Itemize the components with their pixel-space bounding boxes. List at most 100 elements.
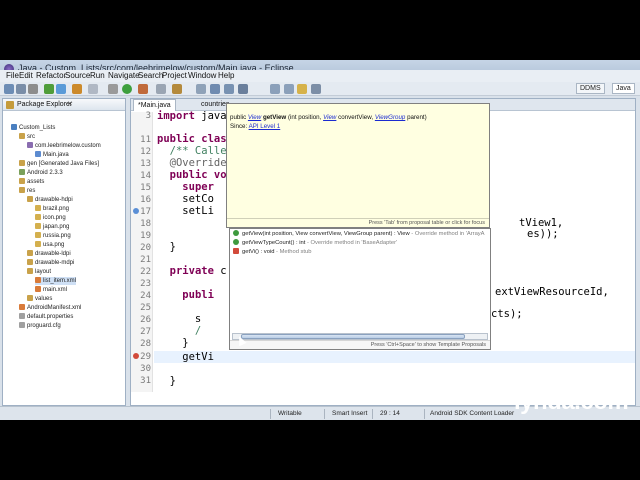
last-edit-icon[interactable]: [238, 84, 248, 94]
menu-edit[interactable]: Edit: [19, 71, 33, 80]
tree-item-brazil-png[interactable]: brazil.png: [35, 205, 69, 213]
tree-item-default-properties[interactable]: default.properties: [19, 313, 73, 321]
code-line: @Override: [157, 157, 227, 169]
show-whitespace-icon[interactable]: [311, 84, 321, 94]
line-number: 3: [145, 111, 151, 121]
line-number: 12: [140, 147, 151, 157]
menu-refactor[interactable]: Refactor: [36, 71, 66, 80]
open-type-icon[interactable]: [156, 84, 166, 94]
proposals-footer: Press 'Ctrl+Space' to show Template Prop…: [230, 340, 490, 349]
proposal-item[interactable]: getViewTypeCount() : int - Override meth…: [233, 239, 397, 248]
save-icon[interactable]: [16, 84, 26, 94]
proposal-item[interactable]: getVi() : void - Method stub: [233, 248, 312, 257]
tree-item-list-item-xml[interactable]: list_item.xml: [35, 277, 77, 285]
tree-item-main-java[interactable]: Main.java: [35, 151, 69, 159]
toggle-mark-icon[interactable]: [196, 84, 206, 94]
tree-item-values[interactable]: values: [27, 295, 52, 303]
tree-item-japan-png[interactable]: japan.png: [35, 223, 69, 231]
convert-view-type-link[interactable]: View: [323, 114, 336, 121]
line-number: 22: [140, 267, 151, 277]
perspective-ddms[interactable]: DDMS: [576, 83, 605, 94]
library-icon: [19, 169, 25, 175]
tree-item-project[interactable]: Custom_Lists: [11, 124, 55, 132]
new-project-icon[interactable]: [72, 84, 82, 94]
tree-item-icon-png[interactable]: icon.png: [35, 214, 66, 222]
android-sdk-icon[interactable]: [44, 84, 54, 94]
close-icon[interactable]: ✕: [67, 100, 73, 108]
divider: [424, 409, 425, 419]
code-line: /: [157, 325, 202, 337]
avd-manager-icon[interactable]: [56, 84, 66, 94]
folder-icon: [27, 196, 33, 202]
menu-window[interactable]: Window: [188, 71, 216, 80]
view-type-link[interactable]: View: [248, 114, 261, 121]
line-number: 25: [140, 303, 151, 313]
scrollbar-thumb[interactable]: [241, 334, 465, 339]
debug-icon[interactable]: [108, 84, 118, 94]
code-line-current: getVi: [157, 351, 214, 363]
tree-item-manifest[interactable]: AndroidManifest.xml: [19, 304, 81, 312]
prev-annotation-icon[interactable]: [224, 84, 234, 94]
print-icon[interactable]: [28, 84, 38, 94]
code-line: publi: [182, 289, 214, 301]
folder-icon: [19, 160, 25, 166]
line-number: 28: [140, 339, 151, 349]
tree-item-proguard[interactable]: proguard.cfg: [19, 322, 61, 330]
menu-search[interactable]: Search: [138, 71, 163, 80]
tree-item-android-lib[interactable]: Android 2.3.3: [19, 169, 63, 177]
external-tools-icon[interactable]: [138, 84, 148, 94]
folder-icon: [27, 259, 33, 265]
tree-item-main-xml[interactable]: main.xml: [35, 286, 67, 294]
tree-item-src[interactable]: src: [19, 133, 35, 141]
javadoc-popup[interactable]: public View getView (int position, View …: [226, 103, 490, 228]
menu-bar: File Edit Refactor Source Run Navigate S…: [0, 70, 640, 82]
menu-file[interactable]: File: [6, 71, 19, 80]
file-icon: [19, 313, 25, 319]
viewgroup-type-link[interactable]: ViewGroup: [375, 114, 406, 121]
highlight-icon[interactable]: [297, 84, 307, 94]
toolbar: DDMS Java: [0, 82, 640, 96]
tree-item-assets[interactable]: assets: [19, 178, 44, 186]
new-icon[interactable]: [4, 84, 14, 94]
content-assist-popup[interactable]: getView(int position, View convertView, …: [229, 228, 491, 350]
code-fragment: cts);: [491, 308, 523, 320]
image-file-icon: [35, 241, 41, 247]
divider: [372, 409, 373, 419]
code-line: }: [157, 241, 176, 253]
image-file-icon: [35, 232, 41, 238]
override-marker-icon[interactable]: [133, 208, 139, 214]
forward-icon[interactable]: [284, 84, 294, 94]
run-icon[interactable]: [122, 84, 132, 94]
tree-item-drawable-ldpi[interactable]: drawable-ldpi: [27, 250, 71, 258]
menu-help[interactable]: Help: [218, 71, 234, 80]
new-class-icon[interactable]: [88, 84, 98, 94]
horizontal-scrollbar[interactable]: [232, 333, 488, 340]
proposal-item[interactable]: getView(int position, View convertView, …: [233, 230, 485, 239]
perspective-java[interactable]: Java: [612, 83, 635, 94]
tree-item-gen[interactable]: gen [Generated Java Files]: [19, 160, 99, 168]
lynda-watermark: lynda.com: [514, 388, 629, 415]
menu-run[interactable]: Run: [90, 71, 105, 80]
menu-project[interactable]: Project: [162, 71, 187, 80]
line-number: 15: [140, 183, 151, 193]
next-annotation-icon[interactable]: [210, 84, 220, 94]
tree-item-usa-png[interactable]: usa.png: [35, 241, 64, 249]
xml-file-icon: [35, 286, 41, 292]
tree-item-drawable-hdpi[interactable]: drawable-hdpi: [27, 196, 73, 204]
menu-navigate[interactable]: Navigate: [108, 71, 140, 80]
error-marker-icon[interactable]: [133, 353, 139, 359]
package-explorer-tab[interactable]: Package Explorer ✕: [3, 99, 125, 111]
tree-item-res[interactable]: res: [19, 187, 35, 195]
search-icon[interactable]: [172, 84, 182, 94]
tree-item-layout[interactable]: layout: [27, 268, 51, 276]
api-level-link[interactable]: API Level 1: [249, 123, 281, 130]
tree-item-package[interactable]: com.leebrimelow.custom: [27, 142, 101, 150]
public-method-icon: [233, 239, 239, 245]
menu-source[interactable]: Source: [65, 71, 90, 80]
line-number: 18: [140, 219, 151, 229]
back-icon[interactable]: [270, 84, 280, 94]
since-line: Since: API Level 1: [230, 123, 281, 130]
line-number: 11: [140, 135, 151, 145]
tree-item-drawable-mdpi[interactable]: drawable-mdpi: [27, 259, 74, 267]
tree-item-russia-png[interactable]: russia.png: [35, 232, 71, 240]
